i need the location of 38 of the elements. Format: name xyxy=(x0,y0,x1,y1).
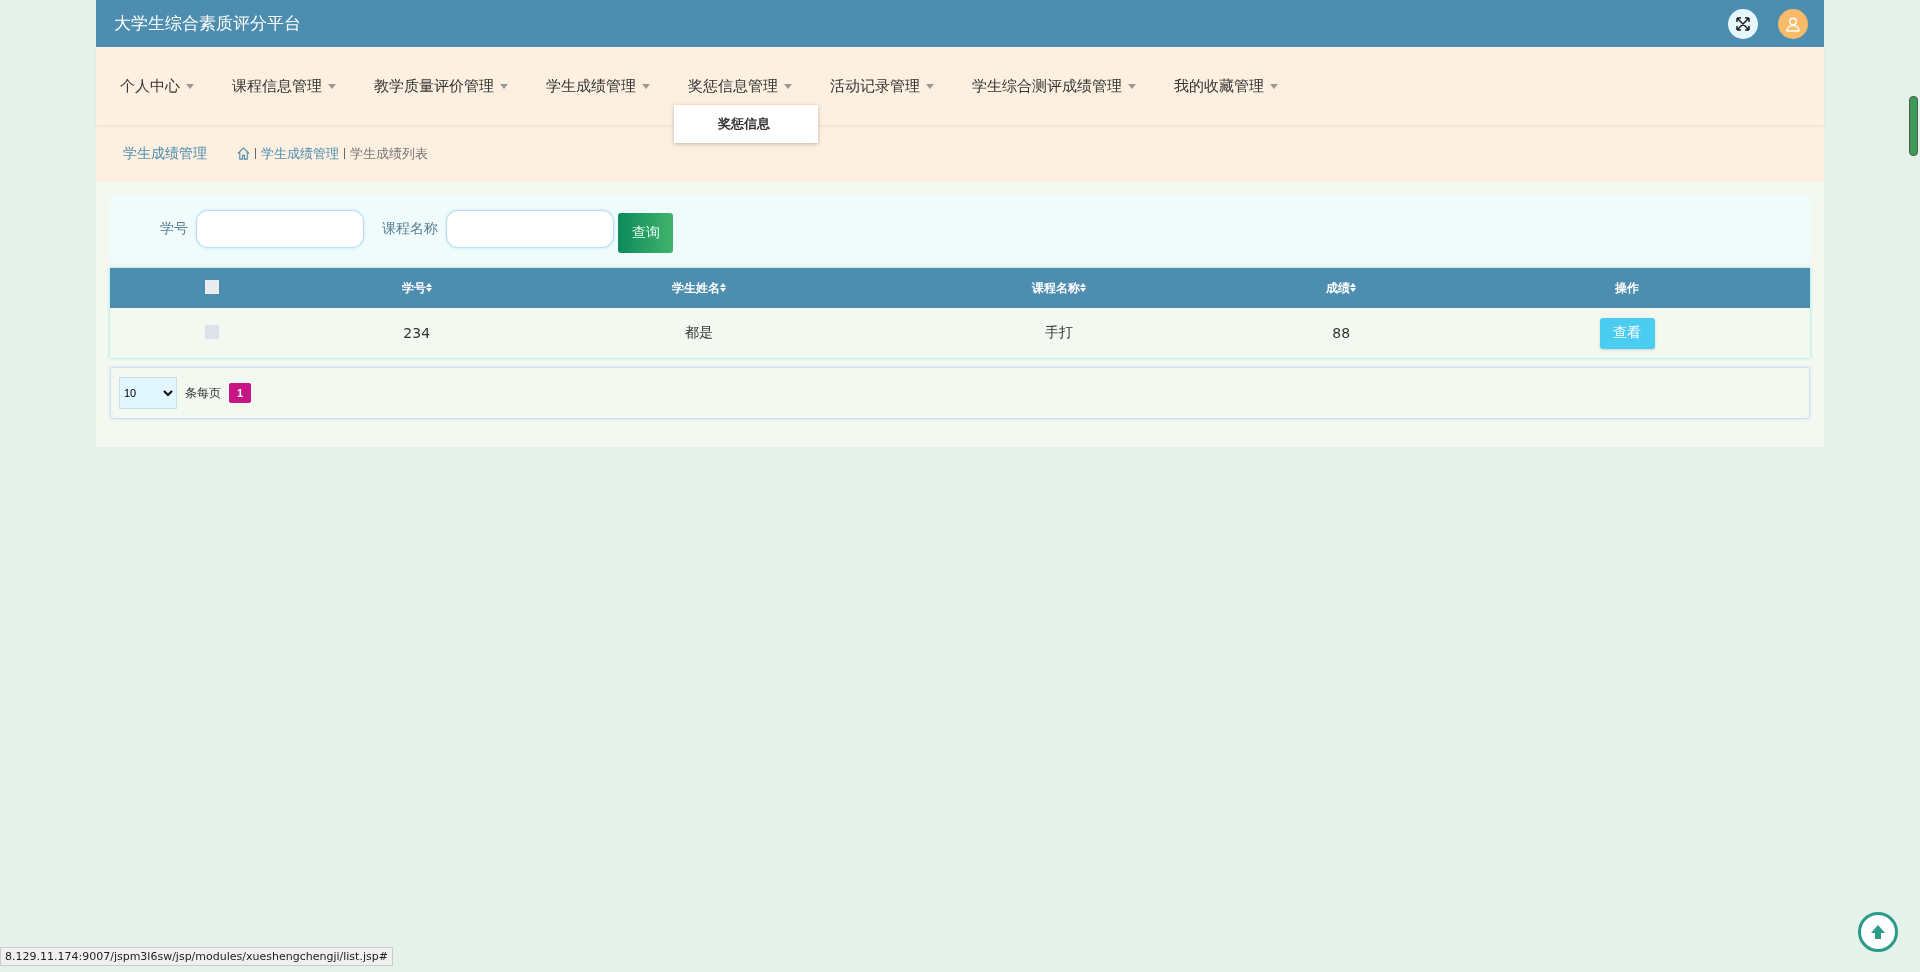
dropdown-item[interactable]: 奖惩信息 xyxy=(674,112,818,135)
table-cell: 手打 xyxy=(879,308,1239,358)
field-label: 课程名称 xyxy=(382,220,438,238)
nav-menu-item[interactable]: 个人中心 xyxy=(120,76,194,96)
column-header[interactable]: 课程名称 xyxy=(879,268,1239,308)
fullscreen-icon[interactable] xyxy=(1728,8,1758,39)
page-button[interactable]: 1 xyxy=(229,383,252,403)
column-header: 操作 xyxy=(1444,268,1810,308)
table-cell: 88 xyxy=(1238,308,1444,358)
column-header[interactable]: 学生姓名 xyxy=(519,268,879,308)
sort-icon[interactable] xyxy=(1079,282,1086,292)
nav-menu-item[interactable]: 活动记录管理 xyxy=(830,76,934,96)
site-title: 大学生综合素质评分平台 xyxy=(114,12,302,35)
nav-menu-item[interactable]: 学生综合测评成绩管理 xyxy=(972,76,1136,96)
user-icon[interactable] xyxy=(1778,8,1808,39)
search-field[interactable] xyxy=(196,210,364,248)
status-bar-url: 8.129.11.174:9007/jspm3l6sw/jsp/modules/xueshengchengji/list.jsp# xyxy=(0,947,393,966)
nav-menu-item[interactable]: 我的收藏管理 xyxy=(1174,76,1278,96)
home-icon[interactable] xyxy=(237,147,250,160)
page-title: 学生成绩管理 xyxy=(123,144,207,163)
sort-icon[interactable] xyxy=(425,282,432,292)
select-all-checkbox[interactable] xyxy=(205,279,219,294)
scrollbar-thumb[interactable] xyxy=(1909,96,1918,156)
breadcrumb-link[interactable]: 学生成绩列表 xyxy=(350,144,428,163)
table-cell: 234 xyxy=(314,308,520,358)
per-page-label: 条每页 xyxy=(185,384,221,402)
sort-icon[interactable] xyxy=(720,282,727,292)
field-label: 学号 xyxy=(160,220,188,238)
nav-menu-item[interactable]: 学生成绩管理 xyxy=(546,76,650,96)
page-size-select[interactable]: 10 xyxy=(119,377,177,409)
nav-menu-item[interactable]: 课程信息管理 xyxy=(232,76,336,96)
sort-icon[interactable] xyxy=(1350,282,1357,292)
column-header[interactable]: 学号 xyxy=(314,268,520,308)
search-field[interactable] xyxy=(446,210,614,248)
nav-menu-item[interactable]: 教学质量评价管理 xyxy=(374,76,508,96)
back-to-top-icon[interactable] xyxy=(1858,912,1898,952)
column-header[interactable]: 成绩 xyxy=(1238,268,1444,308)
table-cell: 都是 xyxy=(519,308,879,358)
